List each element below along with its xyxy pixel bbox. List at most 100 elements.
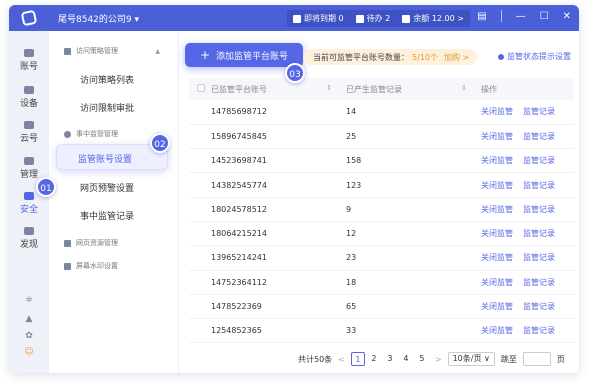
row-checkbox-cell — [189, 124, 211, 150]
menu-supervision-records[interactable]: 事中监管记录 — [80, 209, 134, 222]
todo-item[interactable]: 待办 2 — [355, 13, 390, 24]
app-logo-icon — [20, 9, 38, 27]
close-supervision-link[interactable]: 关闭监管 — [481, 302, 513, 311]
table-row: 1478522369 65 关闭监管 监管记录 — [189, 294, 574, 320]
account-cell: 14752364112 — [211, 270, 346, 295]
close-supervision-link[interactable]: 关闭监管 — [481, 278, 513, 287]
close-supervision-link[interactable]: 关闭监管 — [481, 181, 513, 190]
nav-cloud[interactable]: 云号 — [9, 121, 49, 144]
menu-web-alert-settings[interactable]: 网页预警设置 — [80, 181, 134, 194]
status-tip-settings-link[interactable]: 监管状态提示设置 — [498, 51, 571, 62]
todo-icon — [355, 14, 364, 23]
header-records[interactable]: 已产生监管记录 ⇕ — [346, 78, 481, 100]
close-supervision-link[interactable]: 关闭监管 — [481, 107, 513, 116]
row-checkbox-cell — [189, 197, 211, 222]
account-cell: 18024578512 — [211, 197, 346, 222]
supervision-records-link[interactable]: 监管记录 — [523, 326, 555, 335]
supervision-records-link[interactable]: 监管记录 — [523, 181, 555, 190]
supervision-records-link[interactable]: 监管记录 — [523, 205, 555, 214]
manage-icon — [24, 157, 34, 165]
actions-cell: 关闭监管 监管记录 — [481, 221, 574, 247]
wallet-icon — [402, 14, 411, 23]
table-row: 15896745845 25 关闭监管 监管记录 — [189, 124, 574, 150]
jump-page-input[interactable] — [522, 352, 551, 366]
table-row: 14785698712 14 关闭监管 监管记录 — [189, 100, 574, 125]
nav-label: 发现 — [19, 240, 38, 250]
page-number[interactable]: 1 — [350, 352, 365, 366]
smile-icon[interactable]: ☺ — [9, 347, 49, 357]
table-row: 1254852365 33 关闭监管 监管记录 — [189, 318, 574, 344]
page-number[interactable]: 5 — [415, 352, 429, 366]
next-page-icon[interactable]: > — [435, 355, 442, 364]
records-cell: 158 — [346, 148, 481, 174]
close-supervision-link[interactable]: 关闭监管 — [481, 132, 513, 141]
web-resource-icon — [64, 239, 71, 247]
sort-icon[interactable]: ⇕ — [461, 84, 467, 92]
prev-page-icon[interactable]: < — [338, 355, 345, 364]
supervision-records-link[interactable]: 监管记录 — [523, 302, 555, 311]
buy-more-link[interactable]: 加购 > — [444, 52, 469, 63]
menu-access-approval[interactable]: 访问限制审批 — [80, 101, 134, 114]
settings-icon[interactable]: ✿ — [9, 331, 49, 341]
header-account[interactable]: 已监管平台账号 ⇕ — [211, 78, 346, 100]
account-cell: 1254852365 — [211, 318, 346, 344]
divider — [500, 10, 502, 22]
policy-icon — [64, 47, 71, 55]
bell-icon[interactable]: ▲ — [9, 314, 49, 324]
select-all-checkbox[interactable] — [197, 84, 205, 92]
records-cell: 23 — [346, 245, 481, 271]
nav-account[interactable]: 账号 — [9, 49, 49, 72]
nav-discover[interactable]: 发现 — [9, 227, 49, 250]
window-controls: ▤ — ☐ ✕ — [477, 10, 571, 22]
row-checkbox-cell — [189, 100, 211, 125]
sort-icon[interactable]: ⇕ — [326, 84, 332, 92]
records-cell: 12 — [346, 221, 481, 247]
section-label: 访问策略管理 — [76, 47, 118, 55]
page-size-select[interactable]: 10条/页 ∨ — [447, 352, 495, 366]
section-access-policy[interactable]: 访问策略管理 ▲ — [64, 46, 174, 56]
section-web-resources[interactable]: 网页资源管理 — [64, 238, 174, 248]
page-number[interactable]: 2 — [367, 352, 381, 366]
title-bar: 尾号8542的公司9 ▾ 即将到期 0 待办 2 余额 12.00 > ▤ — … — [9, 5, 579, 31]
expiring-item[interactable]: 即将到期 0 — [293, 13, 344, 24]
page-number[interactable]: 4 — [399, 352, 413, 366]
calendar-icon — [293, 14, 301, 23]
account-switcher[interactable]: 尾号8542的公司9 ▾ — [58, 12, 139, 25]
shield-icon — [24, 192, 34, 200]
table-row: 14523698741 158 关闭监管 监管记录 — [189, 148, 574, 174]
message-icon[interactable]: ▤ — [477, 11, 486, 22]
close-button[interactable]: ✕ — [563, 11, 571, 22]
supervision-records-link[interactable]: 监管记录 — [523, 107, 555, 116]
nav-device[interactable]: 设备 — [9, 86, 49, 109]
supervision-records-link[interactable]: 监管记录 — [523, 132, 555, 141]
close-supervision-link[interactable]: 关闭监管 — [481, 205, 513, 214]
actions-cell: 关闭监管 监管记录 — [481, 294, 574, 320]
records-cell: 25 — [346, 124, 481, 150]
actions-cell: 关闭监管 监管记录 — [481, 124, 574, 150]
page-suffix: 页 — [556, 354, 565, 364]
minimize-button[interactable]: — — [516, 11, 526, 22]
tools-icon[interactable]: ≑ — [9, 295, 49, 305]
menu-access-policy-list[interactable]: 访问策略列表 — [80, 73, 134, 86]
close-supervision-link[interactable]: 关闭监管 — [481, 253, 513, 262]
header-actions: 操作 — [481, 78, 574, 100]
step-badge-01: 01 — [36, 177, 56, 197]
table-row: 14382545774 123 关闭监管 监管记录 — [189, 172, 574, 198]
maximize-button[interactable]: ☐ — [540, 11, 549, 22]
actions-cell: 关闭监管 监管记录 — [481, 245, 574, 271]
add-supervised-account-button[interactable]: + 添加监管平台账号 — [185, 43, 303, 67]
supervision-records-link[interactable]: 监管记录 — [523, 278, 555, 287]
supervision-records-link[interactable]: 监管记录 — [523, 156, 555, 165]
close-supervision-link[interactable]: 关闭监管 — [481, 229, 513, 238]
close-supervision-link[interactable]: 关闭监管 — [481, 156, 513, 165]
nav-label: 设备 — [19, 99, 38, 109]
row-checkbox-cell — [189, 294, 211, 320]
supervision-records-link[interactable]: 监管记录 — [523, 229, 555, 238]
header-label: 操作 — [481, 84, 497, 94]
balance-item[interactable]: 余额 12.00 > — [402, 13, 464, 24]
step-badge-02: 02 — [150, 133, 170, 153]
section-watermark[interactable]: 屏幕水印设置 — [64, 261, 174, 271]
close-supervision-link[interactable]: 关闭监管 — [481, 326, 513, 335]
page-number[interactable]: 3 — [383, 352, 397, 366]
supervision-records-link[interactable]: 监管记录 — [523, 253, 555, 262]
